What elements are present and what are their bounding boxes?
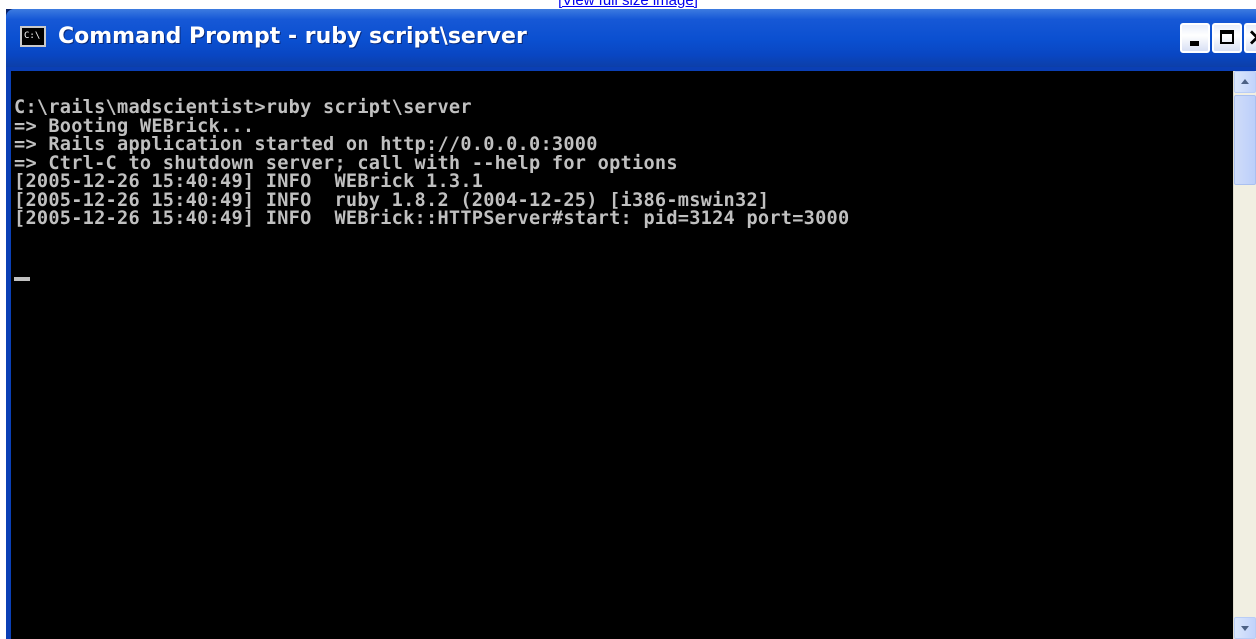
scroll-up-button[interactable] [1234,71,1256,93]
vertical-scrollbar[interactable] [1233,71,1256,639]
text-cursor [14,277,30,281]
command-prompt-window: C:\ Command Prompt - ruby script\server … [6,9,1256,639]
console-line: [2005-12-26 15:40:49] INFO WEBrick 1.3.1 [14,171,484,192]
minimize-icon [1190,41,1199,46]
minimize-button[interactable] [1180,23,1210,53]
console-output[interactable]: C:\rails\madscientist>ruby script\server… [11,71,1233,639]
window-title: Command Prompt - ruby script\server [58,24,527,49]
view-full-size-link[interactable]: [View full size image] [558,0,698,9]
console-icon[interactable]: C:\ [20,26,46,47]
console-line: C:\rails\madscientist>ruby script\server [14,97,472,118]
console-line: [2005-12-26 15:40:49] INFO WEBrick::HTTP… [14,208,850,229]
arrow-down-icon [1241,626,1249,631]
title-bar[interactable]: C:\ Command Prompt - ruby script\server … [6,9,1256,67]
close-icon: × [1247,25,1256,51]
maximize-button[interactable] [1212,23,1242,53]
top-link-row: [View full size image] [0,0,1256,9]
maximize-icon [1220,30,1234,44]
arrow-up-icon [1241,79,1249,84]
scroll-down-button[interactable] [1234,617,1256,639]
console-lines: C:\rails\madscientist>ruby script\server… [14,97,850,229]
console-frame: C:\rails\madscientist>ruby script\server… [6,67,1256,639]
close-button[interactable]: × [1244,23,1256,53]
scroll-thumb[interactable] [1234,95,1256,185]
console-line: => Rails application started on http://0… [14,134,598,155]
